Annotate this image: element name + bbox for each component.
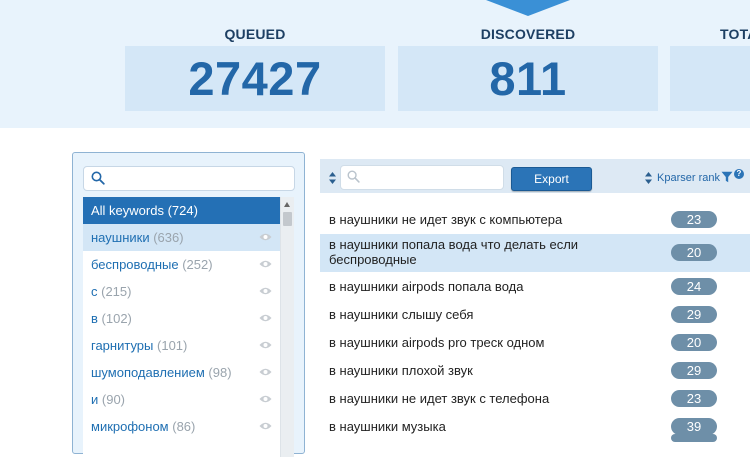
table-row[interactable]: в наушники попала вода что делать если б… — [320, 234, 750, 273]
table-row[interactable]: в наушники airpods pro треск одном 20 — [320, 329, 750, 357]
stat-box: 27427 — [125, 46, 385, 111]
keyword-item[interactable]: в (102) — [83, 305, 280, 332]
eye-icon[interactable] — [259, 232, 272, 242]
rank-badge: 20 — [671, 244, 717, 261]
keyword-word: All keywords — [91, 203, 164, 218]
keyword-item[interactable]: и (90) — [83, 386, 280, 413]
keyword-count: (636) — [153, 230, 184, 245]
stat-box — [670, 46, 750, 111]
help-icon[interactable]: ? — [734, 169, 744, 179]
eye-icon[interactable] — [259, 394, 272, 404]
table-row[interactable]: в наушники слышу себя 29 — [320, 301, 750, 329]
keyword-count: (90) — [101, 392, 126, 407]
keyword-count: (215) — [101, 284, 132, 299]
stat-label: DISCOVERED — [480, 26, 576, 42]
eye-icon[interactable] — [259, 313, 272, 323]
eye-icon[interactable] — [259, 421, 272, 431]
table-row[interactable]: в наушники плохой звук 29 — [320, 357, 750, 385]
row-keyword: в наушники airpods pro треск одном — [329, 335, 545, 350]
results-list: в наушники не идет звук с компьютера 23 … — [320, 206, 750, 441]
scrollbar-thumb[interactable] — [283, 212, 292, 226]
keyword-item[interactable]: микрофоном (86) — [83, 413, 280, 440]
stat-discovered: DISCOVERED 811 — [398, 24, 658, 111]
keyword-count: (86) — [172, 419, 196, 434]
keyword-word: и — [91, 392, 99, 407]
keyword-item[interactable]: с (215) — [83, 278, 280, 305]
keyword-word: микрофоном — [91, 419, 169, 434]
keyword-item[interactable]: наушники (636) — [83, 224, 280, 251]
rank-badge: 20 — [671, 334, 717, 351]
scroll-up-arrow-icon[interactable] — [284, 202, 290, 207]
stat-queued: QUEUED 27427 — [125, 24, 385, 111]
table-row[interactable]: в наушники airpods попала вода 24 — [320, 273, 750, 301]
rank-badge: 24 — [671, 278, 717, 295]
keyword-search-input[interactable] — [83, 166, 295, 191]
rank-badge: 23 — [671, 390, 717, 407]
keyword-item-all[interactable]: All keywords (724) — [83, 197, 280, 224]
keyword-list-scrollbar[interactable] — [280, 197, 294, 457]
row-keyword: в наушники попала вода что делать если б… — [329, 237, 579, 267]
keywords-panel: All keywords (724) наушники (636) беспро… — [72, 152, 305, 457]
keyword-count: (252) — [182, 257, 213, 272]
active-tab-indicator — [486, 0, 570, 16]
row-keyword: в наушники не идет звук с телефона — [329, 391, 550, 406]
keyword-word: с — [91, 284, 98, 299]
rank-badge: 29 — [671, 362, 717, 379]
search-icon — [347, 170, 360, 183]
keyword-word: шумоподавлением — [91, 365, 205, 380]
keyword-count: (98) — [208, 365, 232, 380]
row-keyword: в наушники не идет звук с компьютера — [329, 212, 563, 227]
row-keyword: в наушники музыка — [329, 419, 446, 434]
rank-badge: 39 — [671, 418, 717, 435]
eye-icon[interactable] — [259, 340, 272, 350]
stat-value: 27427 — [188, 52, 322, 105]
eye-icon[interactable] — [259, 286, 272, 296]
eye-icon[interactable] — [259, 259, 272, 269]
keyword-list: All keywords (724) наушники (636) беспро… — [83, 197, 280, 457]
stat-box: 811 — [398, 46, 658, 111]
stat-total: TOTA — [670, 24, 750, 111]
eye-icon[interactable] — [259, 367, 272, 377]
export-button[interactable]: Export — [511, 167, 592, 191]
rank-badge: 23 — [671, 211, 717, 228]
keyword-item[interactable]: шумоподавлением (98) — [83, 359, 280, 386]
sort-icon[interactable] — [329, 172, 336, 184]
row-keyword: в наушники слышу себя — [329, 307, 474, 322]
stat-value: 811 — [489, 52, 567, 105]
rank-badge: 29 — [671, 306, 717, 323]
table-row[interactable]: в наушники не идет звук с компьютера 23 — [320, 206, 750, 234]
stats-band: QUEUED 27427 DISCOVERED 811 TOTA — [0, 0, 750, 128]
keyword-item[interactable]: беспроводные (252) — [83, 251, 280, 278]
stat-label: TOTA — [720, 26, 750, 42]
filter-icon[interactable] — [721, 171, 733, 183]
keyword-word: наушники — [91, 230, 150, 245]
keyword-count: (724) — [167, 203, 198, 218]
rank-sort-icon[interactable] — [645, 172, 652, 184]
stat-label: QUEUED — [224, 26, 286, 42]
keyword-item[interactable]: гарнитуры (101) — [83, 332, 280, 359]
row-keyword: в наушники плохой звук — [329, 363, 473, 378]
keyword-word: беспроводные — [91, 257, 179, 272]
search-icon — [91, 171, 105, 185]
row-keyword: в наушники airpods попала вода — [329, 279, 524, 294]
keyword-count: (101) — [157, 338, 188, 353]
keyword-word: в — [91, 311, 98, 326]
rank-badge — [671, 434, 717, 442]
keyword-word: гарнитуры — [91, 338, 154, 353]
results-search-input[interactable] — [340, 165, 504, 190]
keyword-count: (102) — [101, 311, 132, 326]
table-row[interactable]: в наушники не идет звук с телефона 23 — [320, 385, 750, 413]
rank-column-header[interactable]: Kparser rank — [657, 172, 720, 184]
